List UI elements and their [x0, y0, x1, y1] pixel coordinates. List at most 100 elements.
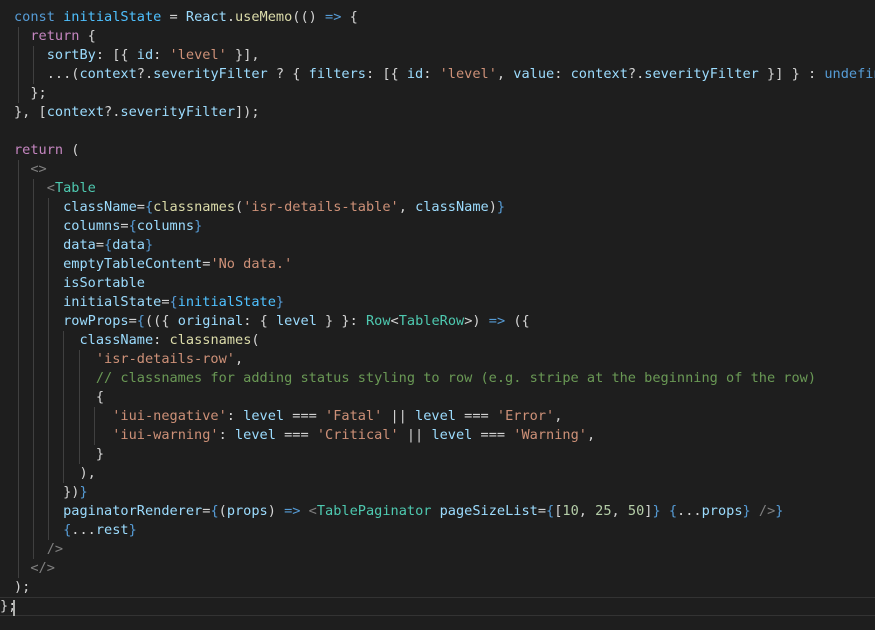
code-token: context — [79, 66, 137, 82]
code-line[interactable]: const initialState = React.useMemo(() =>… — [0, 8, 875, 27]
code-token: ({ — [505, 313, 530, 329]
code-token: { — [104, 237, 113, 253]
code-token: rest — [95, 522, 129, 538]
code-token: : — [153, 47, 170, 63]
code-line[interactable]: className={classnames('isr-details-table… — [0, 198, 875, 217]
code-line[interactable]: initialState={initialState} — [0, 293, 875, 312]
code-token: severityFilter — [153, 66, 268, 82]
code-line[interactable]: ...(context?.severityFilter ? { filters:… — [0, 65, 875, 84]
code-token: = — [136, 199, 145, 215]
code-token: paginatorRenderer — [63, 503, 203, 519]
code-token: ... — [71, 522, 96, 538]
code-line[interactable]: }; — [0, 84, 875, 103]
code-token: = — [95, 237, 105, 253]
code-editor[interactable]: const initialState = React.useMemo(() =>… — [0, 0, 875, 630]
code-line[interactable]: rowProps={(({ original: { level } }: Row… — [0, 312, 875, 331]
code-line[interactable]: isSortable — [0, 274, 875, 293]
code-token: : { — [243, 313, 276, 329]
code-text: ); — [14, 578, 30, 597]
code-token: ...( — [14, 66, 80, 82]
code-line[interactable]: </> — [0, 559, 875, 578]
code-token: } — [742, 503, 751, 519]
code-line-current[interactable]: }; — [0, 597, 875, 616]
code-line[interactable]: }, [context?.severityFilter]); — [0, 103, 875, 122]
code-text: {...rest} — [14, 521, 137, 540]
code-line[interactable]: <> — [0, 160, 875, 179]
code-token: initialState — [63, 294, 162, 310]
code-token: : [{ — [95, 47, 137, 63]
code-token: const — [14, 9, 55, 25]
code-text: isSortable — [14, 274, 145, 293]
code-line[interactable]: sortBy: [{ id: 'level' }], — [0, 46, 875, 65]
code-line[interactable]: ), — [0, 464, 875, 483]
code-line[interactable]: return ( — [0, 141, 875, 160]
code-line[interactable]: /> — [0, 540, 875, 559]
code-token: } — [275, 294, 285, 310]
code-line[interactable]: 'isr-details-row', — [0, 350, 875, 369]
code-text: return { — [14, 27, 95, 46]
code-token: ?. — [136, 66, 154, 82]
code-text: </> — [14, 559, 55, 578]
code-token: 'No data.' — [210, 256, 293, 272]
code-token: props — [226, 503, 268, 519]
code-line[interactable]: className: classnames( — [0, 331, 875, 350]
code-token: { — [128, 218, 137, 234]
code-line[interactable]: columns={columns} — [0, 217, 875, 236]
code-token: } }: — [316, 313, 366, 329]
code-line[interactable]: 'iui-warning': level === 'Critical' || l… — [0, 426, 875, 445]
code-token: = — [120, 218, 129, 234]
code-token: => — [284, 503, 301, 519]
code-line[interactable]: ); — [0, 578, 875, 597]
code-token: 'Error' — [496, 408, 555, 424]
code-token: /> — [758, 503, 776, 519]
code-token: } — [128, 522, 137, 538]
code-token: ), — [14, 465, 96, 481]
code-line[interactable]: })} — [0, 483, 875, 502]
code-line[interactable]: 'iui-negative': level === 'Fatal' || lev… — [0, 407, 875, 426]
code-token: Row — [365, 313, 391, 329]
code-token: } — [496, 199, 506, 215]
code-line[interactable]: paginatorRenderer={(props) => <TablePagi… — [0, 502, 875, 521]
code-line[interactable]: emptyTableContent='No data.' — [0, 255, 875, 274]
code-token: = — [537, 503, 547, 519]
code-token: , — [496, 66, 514, 82]
code-line[interactable]: } — [0, 445, 875, 464]
code-line[interactable]: <Table — [0, 179, 875, 198]
code-text: ...(context?.severityFilter ? { filters:… — [14, 65, 875, 84]
code-token: filters — [308, 66, 366, 82]
code-token: </> — [30, 560, 55, 576]
code-token: 'isr-details-row' — [95, 351, 235, 367]
code-token: { — [210, 503, 219, 519]
code-token: /> — [46, 541, 64, 557]
code-token: original — [177, 313, 244, 329]
code-token: } — [144, 237, 154, 253]
code-token: columns — [63, 218, 121, 234]
code-text: rowProps={(({ original: { level } }: Row… — [14, 312, 530, 331]
code-text: }; — [14, 84, 46, 103]
code-token: = — [128, 313, 137, 329]
code-token: , — [554, 408, 563, 424]
code-line[interactable]: { — [0, 388, 875, 407]
code-token: initialState — [177, 294, 276, 310]
code-token: , — [578, 503, 596, 519]
code-token: ) — [488, 199, 497, 215]
code-line[interactable]: data={data} — [0, 236, 875, 255]
code-token: level — [431, 427, 473, 443]
code-line[interactable]: return { — [0, 27, 875, 46]
code-token: : — [423, 66, 440, 82]
code-line[interactable] — [0, 122, 875, 141]
code-line[interactable]: {...rest} — [0, 521, 875, 540]
code-token: ( — [235, 199, 244, 215]
code-token: < — [308, 503, 317, 519]
code-line[interactable]: // classnames for adding status styling … — [0, 369, 875, 388]
code-token: 'Critical' — [316, 427, 399, 443]
